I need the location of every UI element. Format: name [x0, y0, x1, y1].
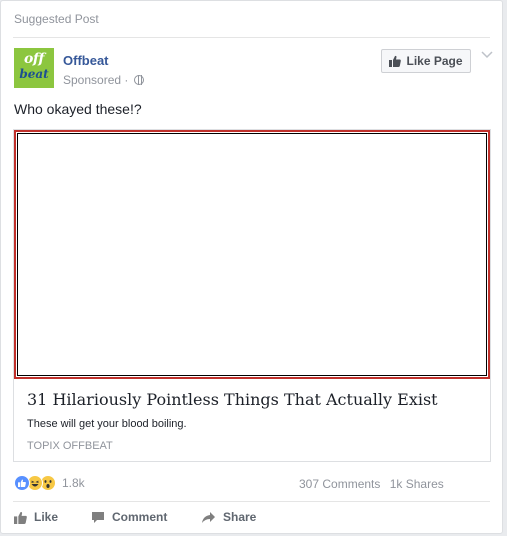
thumbs-up-icon — [14, 511, 27, 524]
share-label: Share — [223, 510, 257, 524]
comment-label: Comment — [112, 510, 168, 524]
logo-text-line2: beat — [19, 67, 49, 81]
shares-count[interactable]: 1k Shares — [390, 477, 444, 491]
reactions-summary[interactable]: 1.8k — [14, 475, 85, 491]
sponsored-line: Sponsored · — [63, 73, 145, 87]
like-reaction-icon — [14, 475, 30, 491]
surprised-face-icon — [44, 480, 52, 488]
link-title[interactable]: 31 Hilariously Pointless Things That Act… — [27, 390, 438, 409]
comment-bubble-icon — [92, 511, 104, 523]
comments-count[interactable]: 307 Comments — [299, 477, 380, 491]
link-description: These will get your blood boiling. — [27, 418, 187, 430]
header-divider — [13, 37, 490, 38]
globe-icon[interactable] — [134, 75, 145, 85]
page-name-link[interactable]: Offbeat — [63, 53, 109, 68]
post-text: Who okayed these!? — [14, 101, 142, 117]
link-domain: TOPIX OFFBEAT — [27, 440, 113, 452]
share-arrow-icon — [202, 511, 215, 523]
page-logo[interactable]: off beat — [14, 48, 54, 88]
laughing-face-icon — [31, 480, 39, 487]
engagement-stats: 307 Comments 1k Shares — [299, 477, 444, 491]
like-page-button[interactable]: Like Page — [381, 49, 471, 73]
link-image-inner — [17, 133, 487, 376]
chevron-down-icon[interactable] — [481, 49, 493, 61]
suggested-post-label: Suggested Post — [14, 12, 99, 26]
thumbs-up-icon — [18, 479, 26, 487]
share-button[interactable]: Share — [201, 510, 256, 524]
comment-button[interactable]: Comment — [91, 510, 167, 524]
sponsored-label: Sponsored · — [63, 73, 129, 87]
suggested-post-card: Suggested Post off beat Offbeat Sponsore… — [0, 0, 503, 534]
reaction-count: 1.8k — [62, 476, 85, 490]
like-page-label: Like Page — [406, 54, 463, 68]
link-image[interactable] — [14, 130, 490, 379]
thumbs-up-icon — [389, 55, 402, 67]
like-button[interactable]: Like — [14, 510, 58, 524]
actions-divider — [13, 501, 490, 502]
logo-text-line1: off — [24, 51, 44, 67]
like-label: Like — [34, 510, 59, 524]
